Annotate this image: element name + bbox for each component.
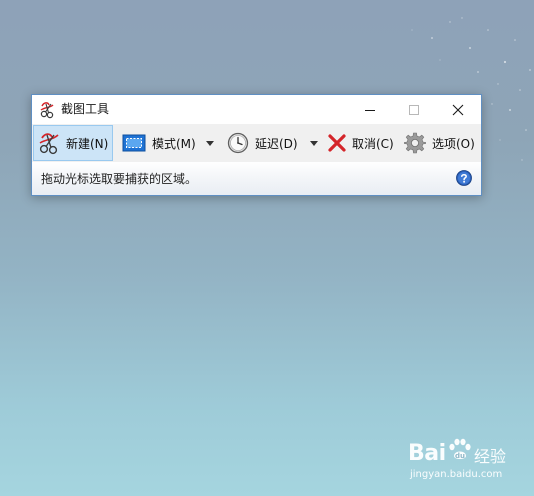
options-button[interactable]: 选项(O): [401, 125, 479, 161]
paw-icon: du: [449, 438, 471, 460]
rectangle-snip-icon: [122, 134, 146, 152]
options-label: 选项(O): [432, 136, 475, 151]
clock-icon: [227, 132, 249, 154]
minimize-button[interactable]: [348, 95, 392, 124]
cancel-label: 取消(C): [352, 136, 394, 151]
watermark-brand: Bai: [408, 441, 446, 466]
cancel-x-icon: [327, 133, 347, 153]
watermark-suffix: 经验: [474, 447, 507, 466]
delay-button[interactable]: 延迟(D): [223, 125, 303, 161]
snipping-tool-icon: [40, 102, 54, 119]
snipping-tool-window: 截图工具 新建(N) 模式(M) 延迟(D) 取消(C) 选项(O) 拖动光标选…: [31, 94, 482, 196]
desktop-sparkles: [411, 17, 531, 161]
status-bar: 拖动光标选取要捕获的区域。: [32, 162, 481, 195]
maximize-icon: [409, 104, 419, 115]
toolbar: 新建(N) 模式(M) 延迟(D) 取消(C) 选项(O): [32, 124, 481, 162]
delay-dropdown-button[interactable]: [306, 125, 322, 161]
caret-down-icon: [310, 140, 318, 146]
mode-button[interactable]: 模式(M): [118, 125, 198, 161]
watermark-url: jingyan.baidu.com: [410, 469, 503, 480]
cancel-button[interactable]: 取消(C): [324, 125, 396, 161]
gear-icon: [404, 132, 426, 154]
window-title: 截图工具: [61, 102, 110, 116]
status-text: 拖动光标选取要捕获的区域。: [41, 172, 198, 186]
help-icon[interactable]: [456, 170, 472, 186]
new-snip-label: 新建(N): [66, 136, 109, 151]
svg-text:du: du: [455, 452, 465, 460]
title-bar[interactable]: 截图工具: [32, 95, 481, 124]
caret-down-icon: [206, 140, 214, 146]
new-snip-button[interactable]: 新建(N): [33, 125, 113, 161]
new-snip-icon: [38, 131, 62, 155]
close-icon: [452, 104, 464, 115]
minimize-icon: [365, 109, 375, 111]
baidu-jingyan-watermark: Bai du 经验 jingyan.baidu.com: [408, 435, 518, 485]
close-button[interactable]: [436, 95, 480, 124]
delay-label: 延迟(D): [255, 136, 298, 151]
mode-label: 模式(M): [152, 136, 196, 151]
maximize-button[interactable]: [392, 95, 436, 124]
mode-dropdown-button[interactable]: [202, 125, 218, 161]
